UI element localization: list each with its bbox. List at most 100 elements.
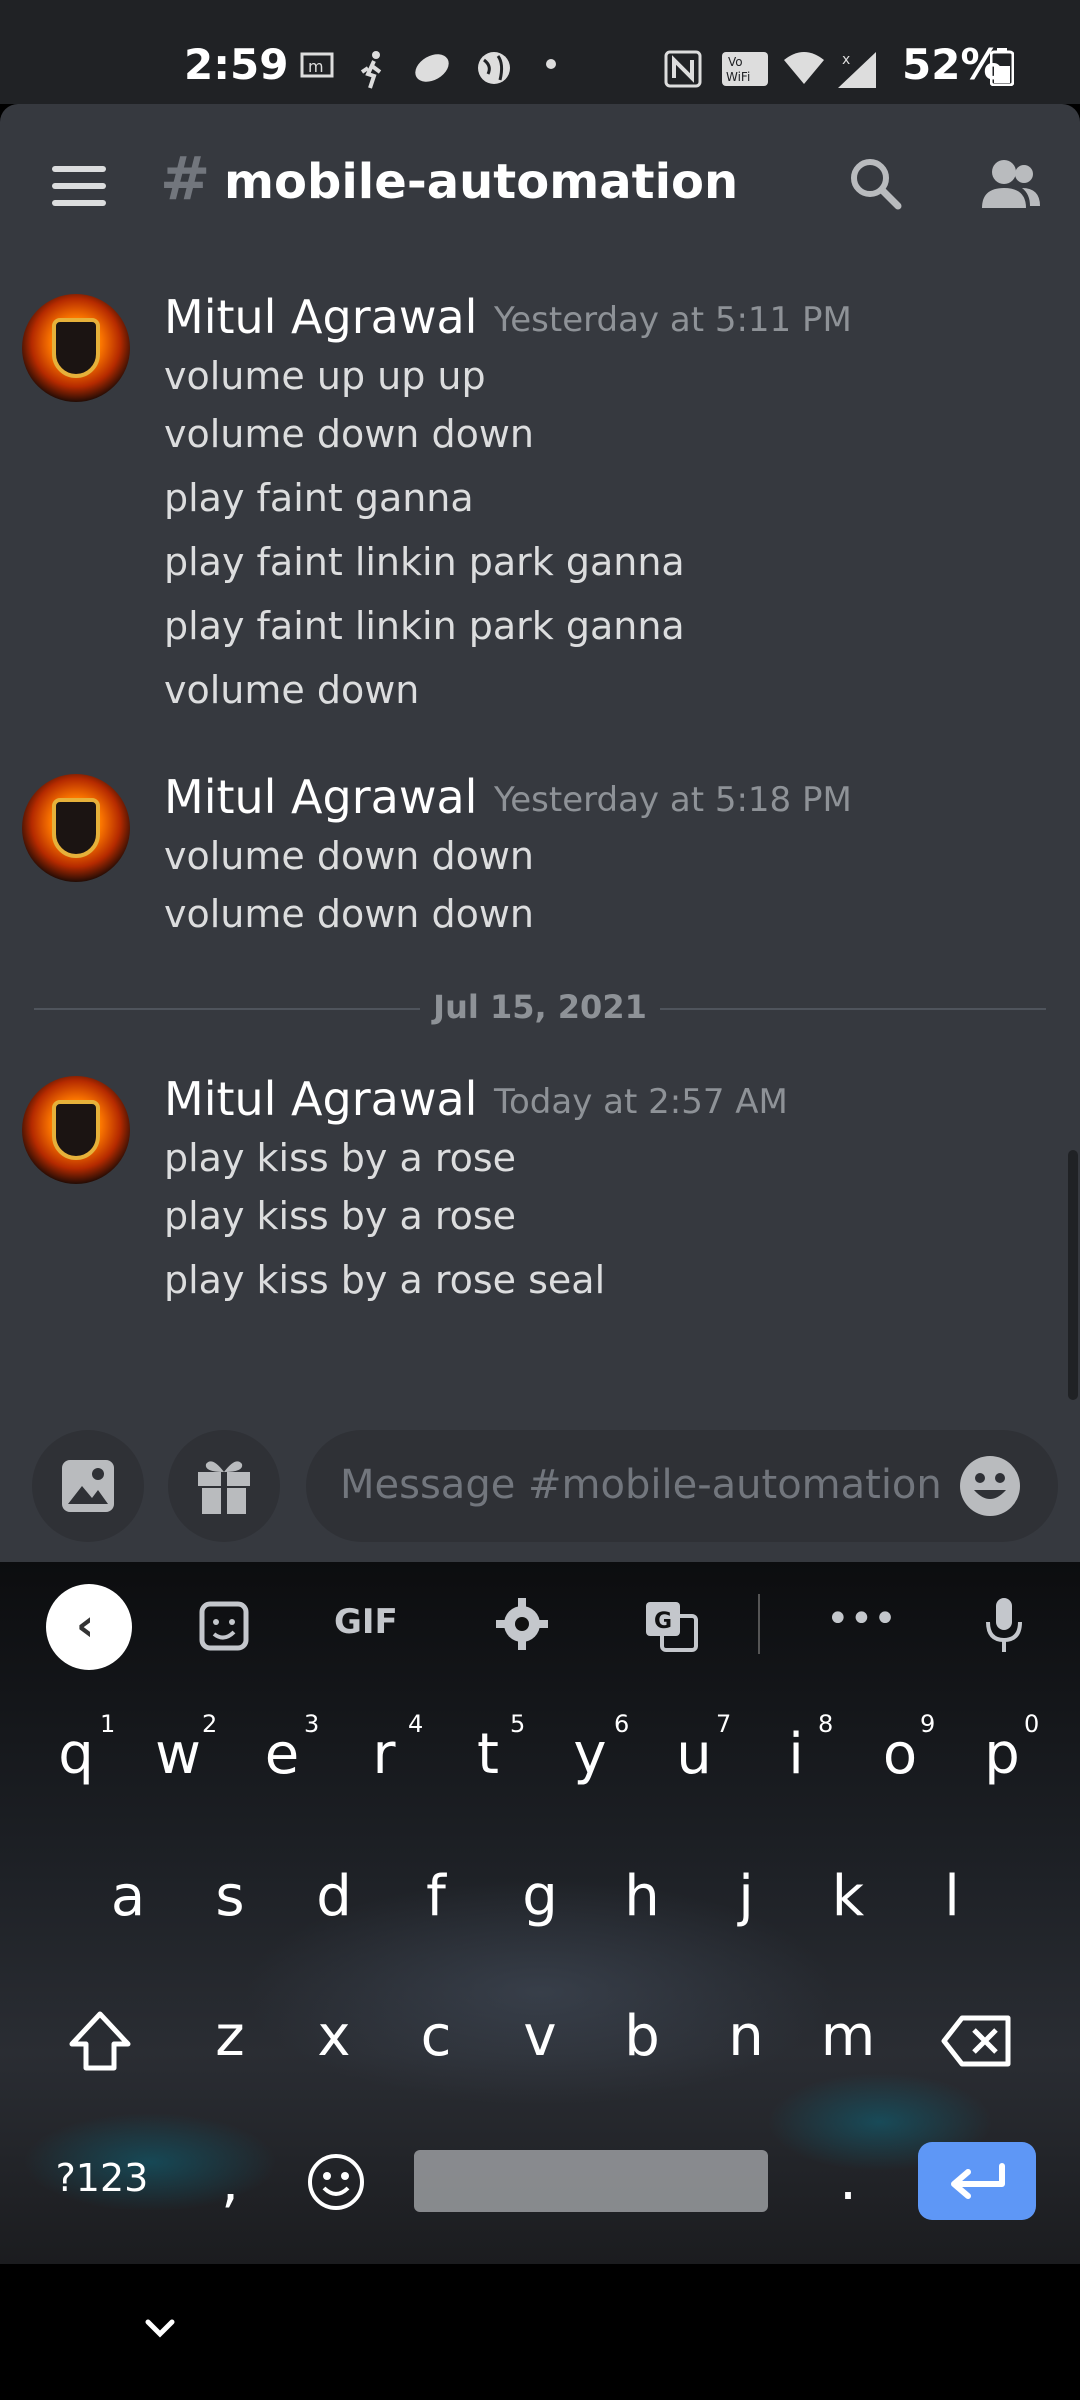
message-text: play faint linkin park ganna xyxy=(164,604,685,648)
key-q[interactable]: q xyxy=(36,1722,116,1787)
key-s[interactable]: s xyxy=(190,1864,270,1929)
svg-text:G: G xyxy=(654,1609,672,1634)
channel-hash-icon: # xyxy=(160,144,211,214)
message-timestamp: Yesterday at 5:11 PM xyxy=(494,300,852,340)
message-text: play faint ganna xyxy=(164,476,474,520)
enter-key[interactable] xyxy=(918,2142,1036,2220)
mail-notification-icon: m xyxy=(300,50,334,89)
navigation-bar xyxy=(0,2264,1080,2400)
key-z[interactable]: z xyxy=(190,2004,270,2069)
emoji-icon[interactable] xyxy=(960,1456,1020,1516)
key-v[interactable]: v xyxy=(500,2004,580,2069)
hide-keyboard-chevron-icon[interactable] xyxy=(140,2308,180,2348)
message-text: volume down down xyxy=(164,834,534,878)
search-icon[interactable] xyxy=(848,156,904,212)
soft-keyboard: ‹ GIF G ••• 1 2 3 4 5 6 7 8 9 0 q w e r … xyxy=(0,1562,1080,2264)
key-m[interactable]: m xyxy=(808,2004,888,2069)
message-author[interactable]: Mitul Agrawal xyxy=(164,770,477,824)
key-p[interactable]: p xyxy=(962,1722,1042,1787)
channel-name: mobile-automation xyxy=(224,154,739,210)
microphone-icon[interactable] xyxy=(984,1596,1024,1663)
dot-icon xyxy=(544,44,558,80)
signal-icon: x xyxy=(836,50,880,99)
svg-text:Vo: Vo xyxy=(728,55,743,69)
gift-button[interactable] xyxy=(168,1430,280,1542)
message-timestamp: Yesterday at 5:18 PM xyxy=(494,780,852,820)
avatar[interactable] xyxy=(22,1076,130,1184)
key-n[interactable]: n xyxy=(706,2004,786,2069)
key-i[interactable]: i xyxy=(756,1722,836,1787)
attach-image-button[interactable] xyxy=(32,1430,144,1542)
key-h[interactable]: h xyxy=(602,1864,682,1929)
message-author[interactable]: Mitul Agrawal xyxy=(164,290,477,344)
svg-text:WiFi: WiFi xyxy=(726,70,750,84)
clock: 2:59 xyxy=(184,40,289,89)
key-t[interactable]: t xyxy=(448,1722,528,1787)
key-g[interactable]: g xyxy=(500,1864,580,1929)
status-bar: 2:59 m Vo WiFi x 52% xyxy=(0,0,1080,104)
sticker-icon[interactable] xyxy=(198,1600,250,1661)
message-text: volume down xyxy=(164,668,420,712)
app-notification-icon xyxy=(412,50,452,95)
space-bar[interactable] xyxy=(414,2150,768,2212)
chevron-left-icon: ‹ xyxy=(76,1600,95,1651)
message-text: volume up up up xyxy=(164,354,486,398)
message-composer: Message #mobile-automation xyxy=(0,1420,1080,1562)
date-divider-label: Jul 15, 2021 xyxy=(420,988,660,1026)
key-l[interactable]: l xyxy=(912,1864,992,1929)
channel-header: # mobile-automation xyxy=(0,104,1080,262)
scrollbar[interactable] xyxy=(1068,1150,1078,1400)
key-u[interactable]: u xyxy=(654,1722,734,1787)
battery-percentage: 52% xyxy=(902,40,1003,89)
emoji-key[interactable] xyxy=(296,2152,376,2226)
message-text: play kiss by a rose seal xyxy=(164,1258,606,1302)
wifi-icon xyxy=(782,50,826,95)
message-input[interactable]: Message #mobile-automation xyxy=(306,1430,1058,1542)
key-r[interactable]: r xyxy=(344,1722,424,1787)
keyboard-back-button[interactable]: ‹ xyxy=(46,1584,132,1670)
symbols-key[interactable]: ?123 xyxy=(42,2156,162,2200)
comma-key[interactable]: , xyxy=(190,2150,270,2215)
svg-text:m: m xyxy=(308,57,324,76)
message-text: play kiss by a rose xyxy=(164,1194,517,1238)
key-j[interactable]: j xyxy=(706,1864,786,1929)
hamburger-menu-icon[interactable] xyxy=(52,166,106,206)
message-timestamp: Today at 2:57 AM xyxy=(494,1082,788,1122)
key-c[interactable]: c xyxy=(396,2004,476,2069)
battery-icon xyxy=(989,48,1015,95)
avatar[interactable] xyxy=(22,774,130,882)
vowifi-icon: Vo WiFi xyxy=(720,50,770,97)
shift-key[interactable] xyxy=(60,2010,140,2086)
message-text: play faint linkin park ganna xyxy=(164,540,685,584)
key-o[interactable]: o xyxy=(860,1722,940,1787)
message-text: volume down down xyxy=(164,412,534,456)
message-list[interactable]: Mitul Agrawal Yesterday at 5:11 PM volum… xyxy=(0,262,1080,1420)
key-a[interactable]: a xyxy=(88,1864,168,1929)
members-icon[interactable] xyxy=(978,156,1042,212)
svg-text:x: x xyxy=(842,52,850,68)
keyboard-toolbar: ‹ GIF G ••• xyxy=(0,1562,1080,1688)
avatar[interactable] xyxy=(22,294,130,402)
nfc-icon xyxy=(664,50,702,97)
period-key[interactable]: . xyxy=(808,2148,888,2213)
message-text: volume down down xyxy=(164,892,534,936)
settings-gear-icon[interactable] xyxy=(496,1598,548,1659)
gif-button[interactable]: GIF xyxy=(334,1602,398,1642)
more-options-icon[interactable]: ••• xyxy=(826,1596,897,1642)
message-author[interactable]: Mitul Agrawal xyxy=(164,1072,477,1126)
key-e[interactable]: e xyxy=(242,1722,322,1787)
message-input-placeholder: Message #mobile-automation xyxy=(340,1462,942,1508)
key-f[interactable]: f xyxy=(396,1864,476,1929)
walking-icon xyxy=(356,50,390,99)
key-x[interactable]: x xyxy=(294,2004,374,2069)
globe-icon xyxy=(476,50,512,95)
backspace-key[interactable] xyxy=(936,2014,1016,2082)
key-b[interactable]: b xyxy=(602,2004,682,2069)
translate-icon[interactable]: G xyxy=(644,1600,698,1661)
toolbar-divider xyxy=(758,1594,760,1654)
key-k[interactable]: k xyxy=(808,1864,888,1929)
key-d[interactable]: d xyxy=(294,1864,374,1929)
key-w[interactable]: w xyxy=(138,1722,218,1787)
key-y[interactable]: y xyxy=(550,1722,630,1787)
message-text: play kiss by a rose xyxy=(164,1136,517,1180)
